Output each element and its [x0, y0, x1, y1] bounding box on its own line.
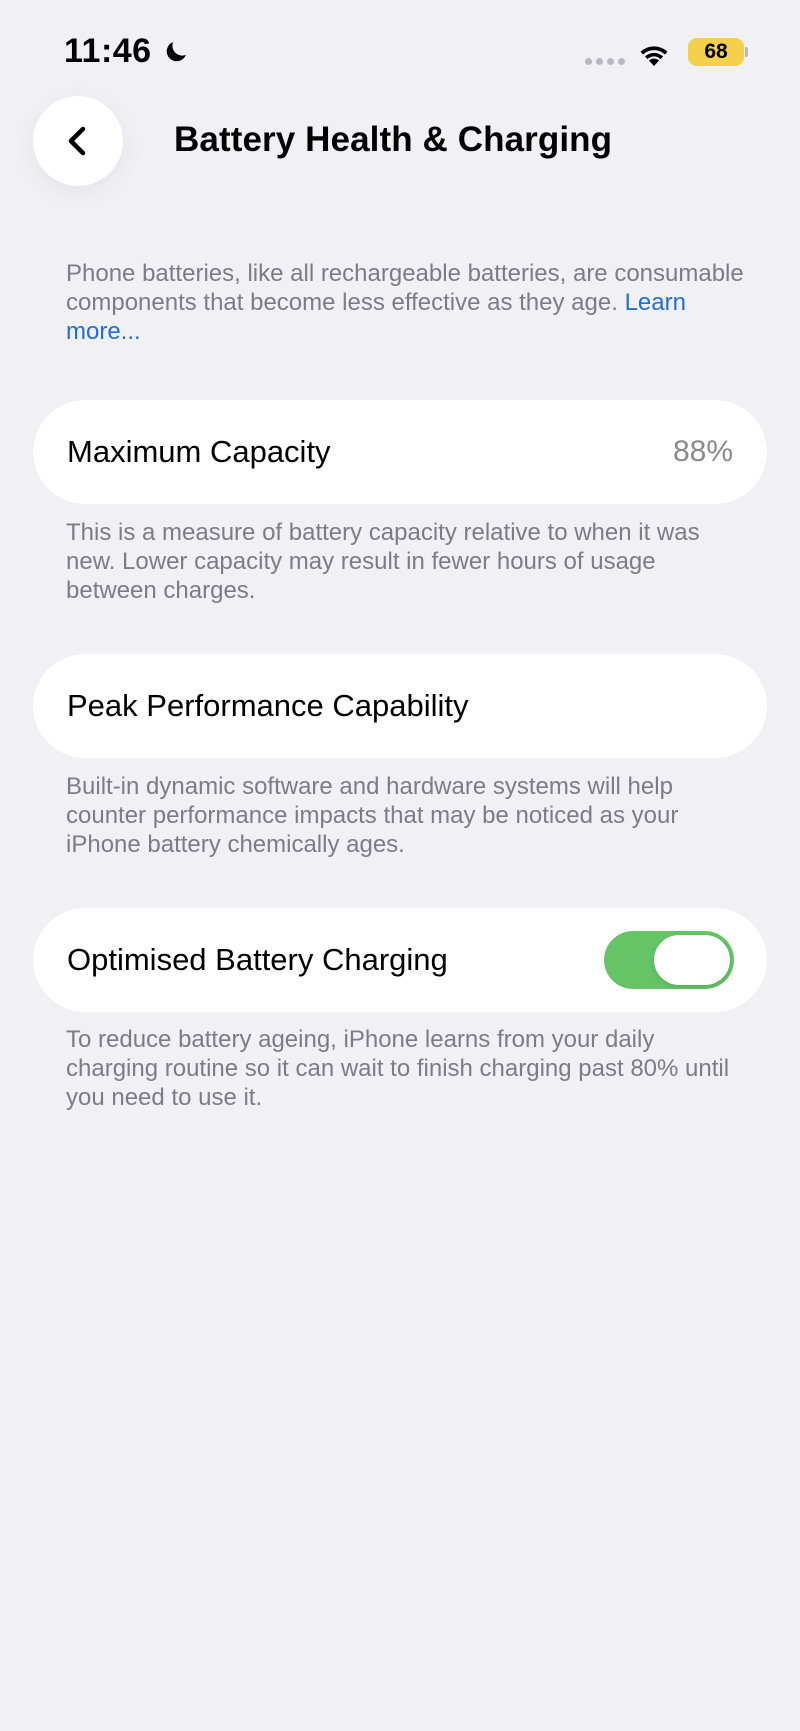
optimised-charging-toggle[interactable]	[604, 931, 734, 989]
peak-performance-row: Peak Performance Capability	[33, 654, 767, 758]
cellular-signal-icon	[585, 58, 625, 65]
battery-cap	[745, 47, 748, 57]
page-title: Battery Health & Charging	[174, 120, 613, 159]
intro-description: Phone batteries, like all rechargeable b…	[66, 259, 746, 346]
battery-level: 68	[704, 40, 728, 63]
optimised-charging-description: To reduce battery ageing, iPhone learns …	[66, 1026, 730, 1111]
wifi-icon	[640, 46, 668, 66]
optimised-charging-label: Optimised Battery Charging	[67, 942, 448, 977]
maximum-capacity-description: This is a measure of battery capacity re…	[66, 519, 700, 604]
moon-icon	[166, 41, 186, 61]
optimised-charging-row: Optimised Battery Charging	[33, 908, 767, 1012]
status-time: 11:46	[64, 32, 190, 71]
status-bar: 11:46 68	[0, 28, 800, 78]
maximum-capacity-label: Maximum Capacity	[67, 434, 331, 469]
peak-performance-description: Built-in dynamic software and hardware s…	[66, 773, 679, 858]
peak-performance-label: Peak Performance Capability	[67, 688, 469, 723]
maximum-capacity-row: Maximum Capacity 88%	[33, 400, 767, 504]
battery-icon: 68	[688, 38, 744, 66]
toggle-knob	[654, 935, 730, 985]
status-time-text: 11:46	[64, 32, 152, 70]
chevron-left-icon	[68, 126, 86, 156]
back-button[interactable]	[33, 96, 123, 186]
maximum-capacity-value: 88%	[672, 435, 733, 468]
